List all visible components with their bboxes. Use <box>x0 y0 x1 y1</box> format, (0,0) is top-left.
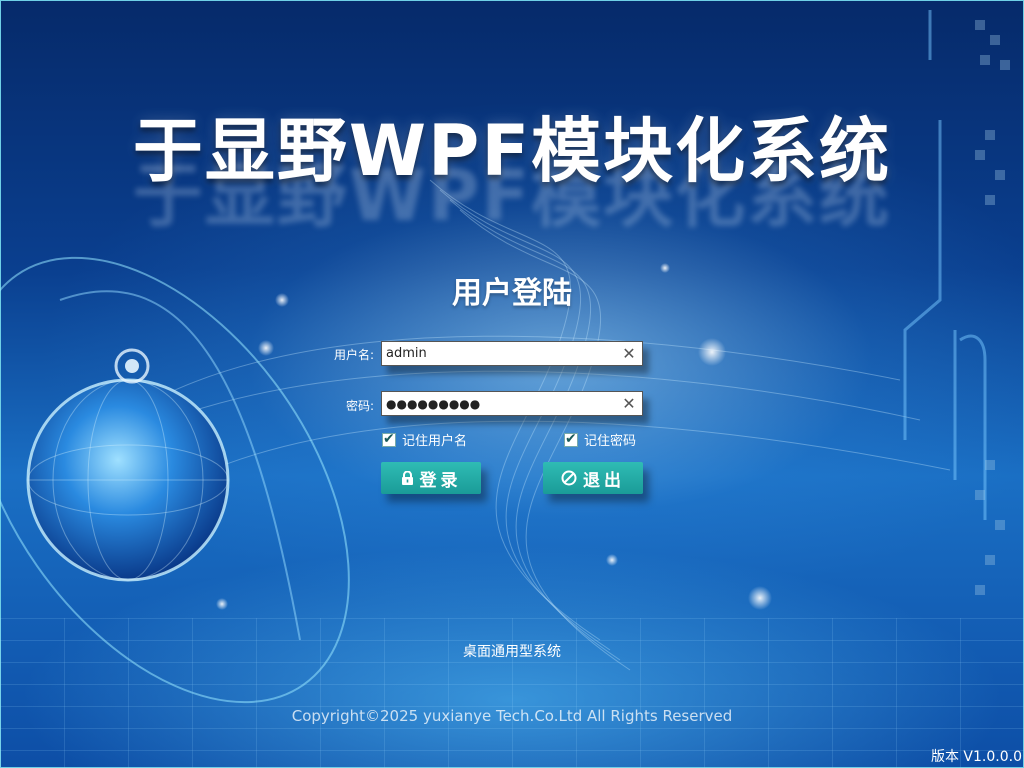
remember-username-row[interactable]: ✔ 记住用户名 <box>382 430 467 449</box>
system-subtitle: 桌面通用型系统 <box>463 644 561 660</box>
forbidden-icon <box>561 470 577 486</box>
check-icon: ✔ <box>383 430 395 447</box>
lock-icon <box>401 470 413 485</box>
username-field-box: ✕ <box>381 341 643 366</box>
remember-password-row[interactable]: ✔ 记住密码 <box>564 430 636 449</box>
password-clear-icon[interactable]: ✕ <box>620 394 638 413</box>
remember-username-checkbox[interactable]: ✔ <box>382 430 396 447</box>
username-label: 用户名: <box>333 348 374 362</box>
exit-button[interactable]: 退出 <box>543 462 643 494</box>
remember-username-label: 记住用户名 <box>402 434 468 449</box>
exit-button-label: 退出 <box>583 470 625 491</box>
username-input[interactable] <box>386 344 612 363</box>
password-field-box: ✕ <box>381 391 643 416</box>
remember-password-label: 记住密码 <box>584 434 637 449</box>
login-button-label: 登录 <box>419 470 462 491</box>
login-window: 于显野WPF模块化系统 于显野WPF模块化系统 用户登陆 用户名: ✕ 密码: … <box>0 0 1024 768</box>
username-clear-icon[interactable]: ✕ <box>620 344 638 363</box>
login-heading: 用户登陆 <box>452 276 572 311</box>
app-title: 于显野WPF模块化系统 <box>132 110 892 192</box>
version-label: 版本 V1.0.0.0 <box>930 749 1022 765</box>
login-button[interactable]: 登录 <box>381 462 481 494</box>
password-label: 密码: <box>345 399 374 413</box>
password-input[interactable] <box>386 394 612 413</box>
check-icon: ✔ <box>565 430 577 447</box>
copyright-text: Copyright©2025 yuxianye Tech.Co.Ltd All … <box>291 707 733 725</box>
remember-password-checkbox[interactable]: ✔ <box>564 430 578 447</box>
